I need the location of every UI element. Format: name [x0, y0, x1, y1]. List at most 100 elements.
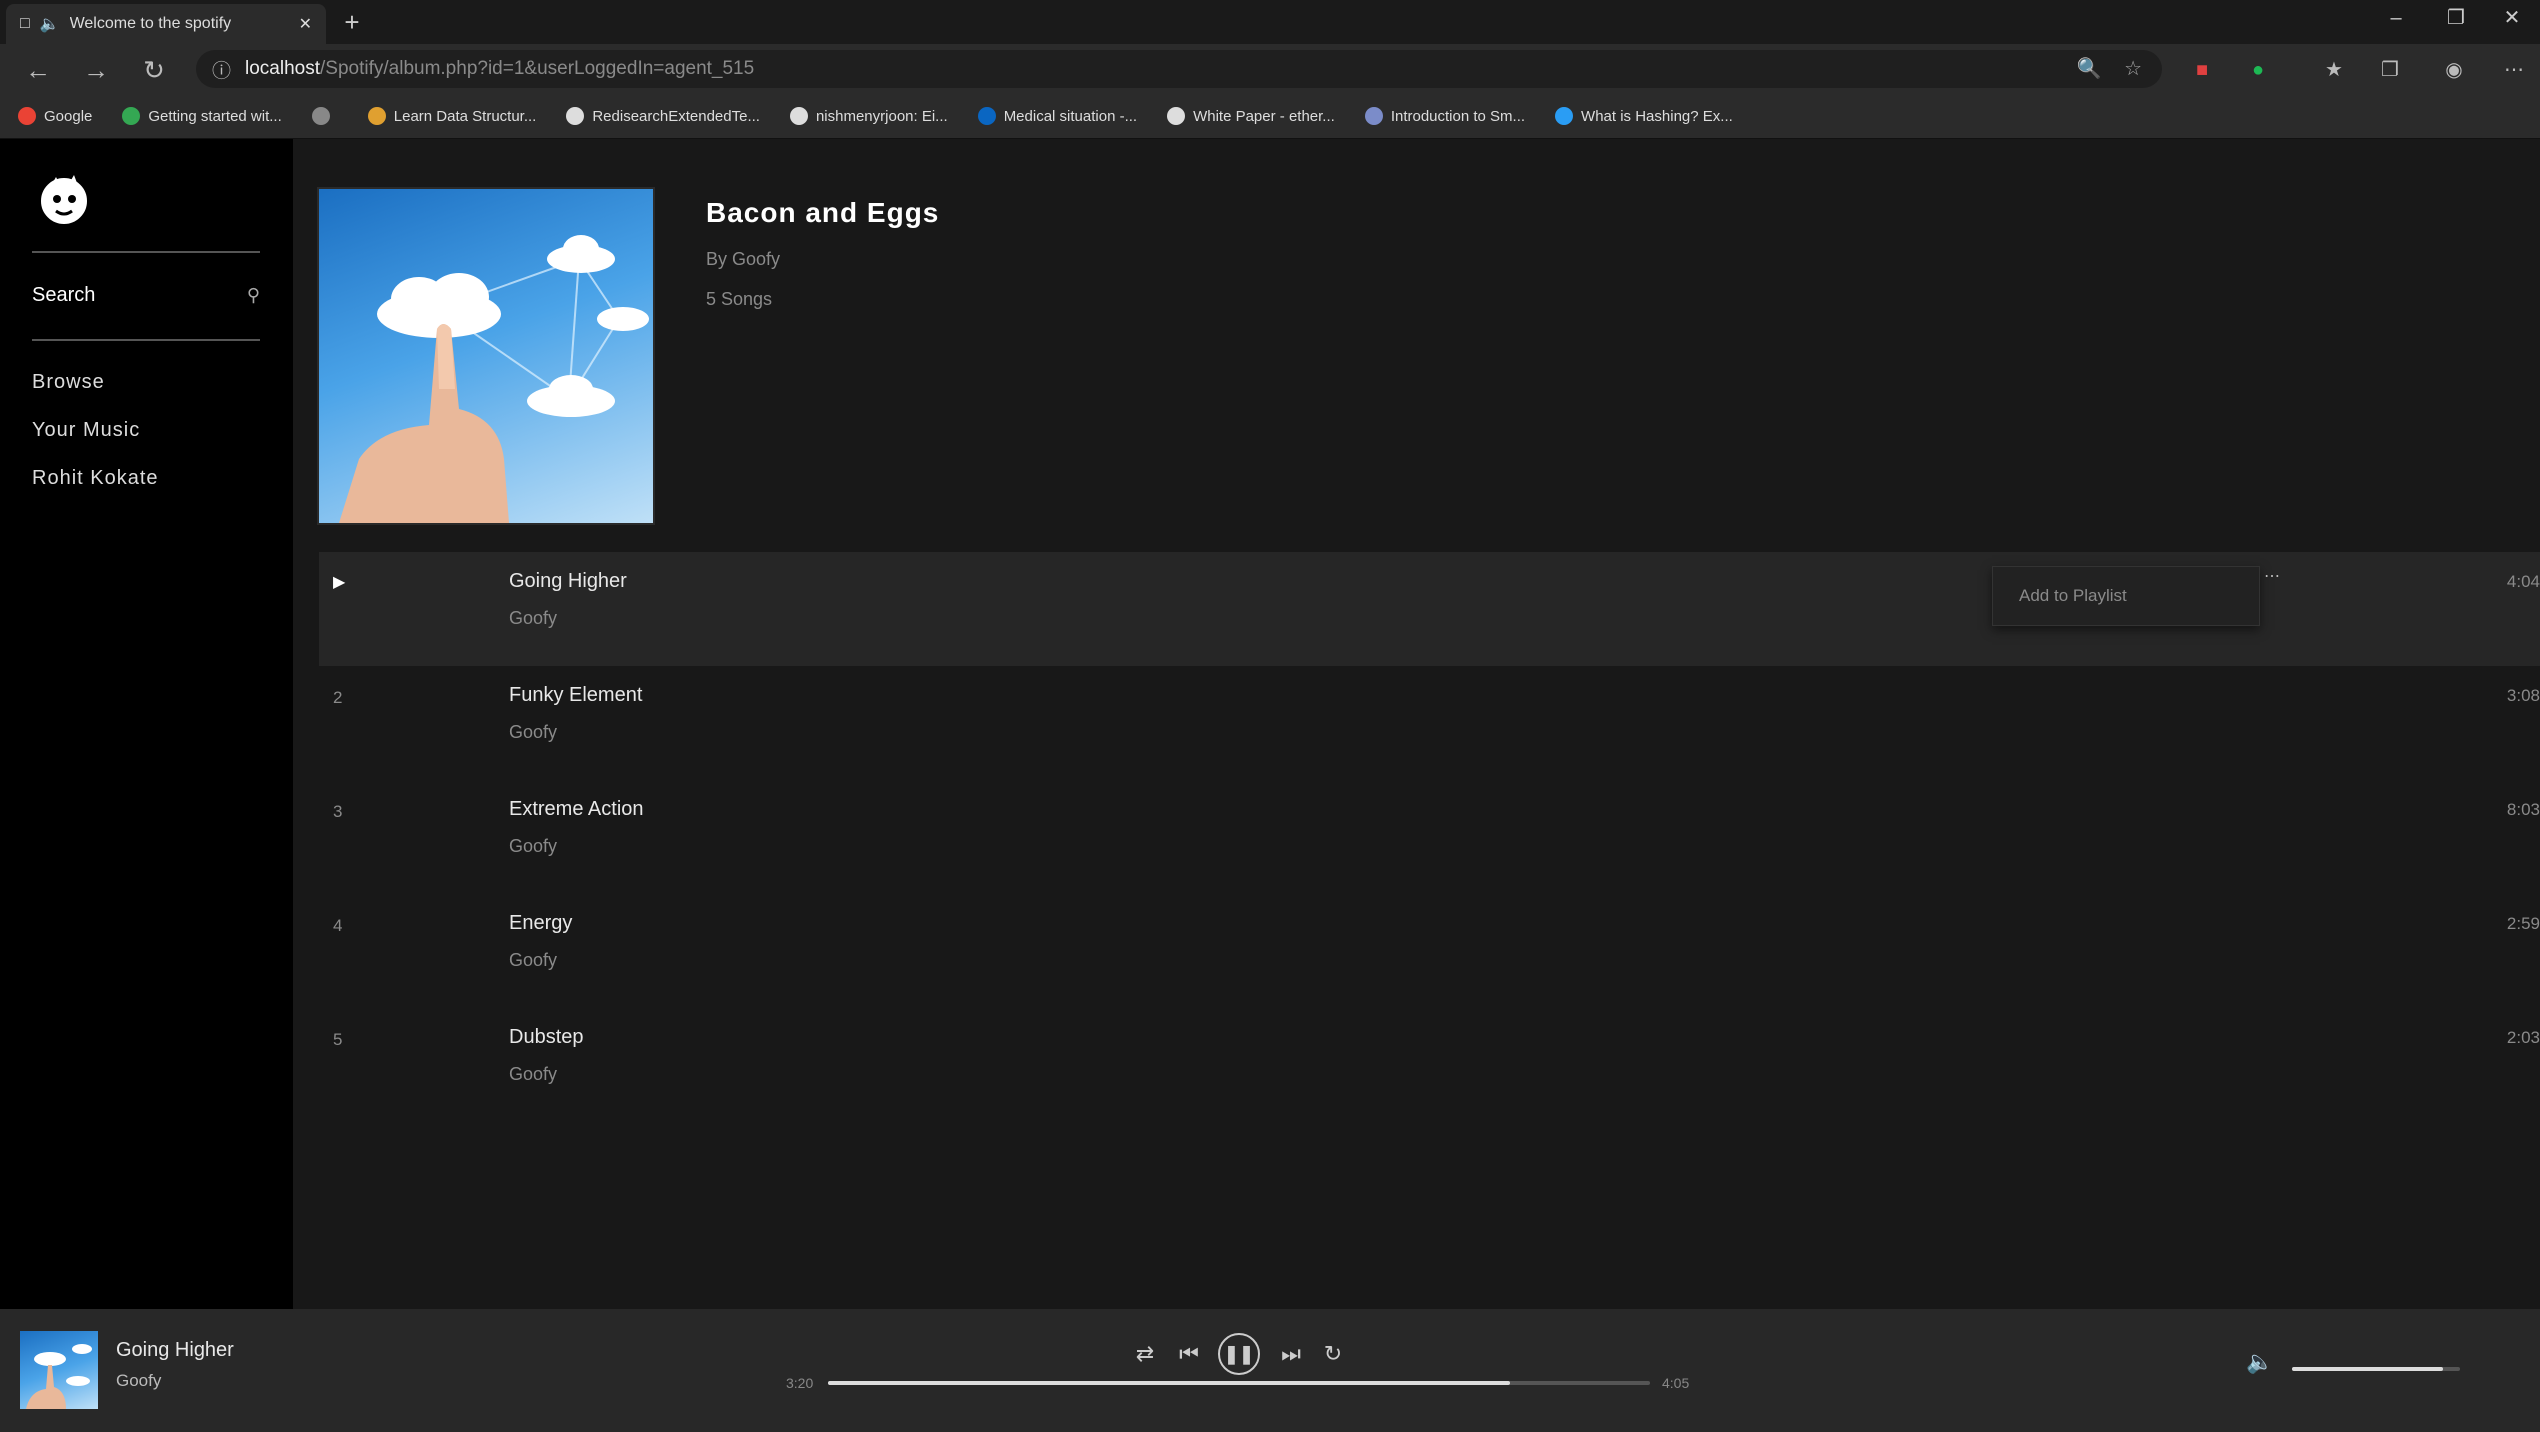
restore-button[interactable]: ❐ [2428, 0, 2484, 40]
sidebar: ⚲ Browse Your Music Rohit Kokate [0, 139, 293, 1309]
progress-fill [828, 1381, 1511, 1385]
favorites-icon[interactable]: ★ [2320, 56, 2348, 84]
album-artwork [319, 189, 653, 523]
track-duration: 3:08 [2506, 686, 2540, 705]
progress-bar[interactable] [828, 1381, 1650, 1385]
divider [32, 339, 260, 341]
refresh-button[interactable]: ↻ [136, 52, 172, 88]
bookmark-item[interactable]: Introduction to Sm... [1364, 107, 1526, 125]
address-bar[interactable]: ⓘ localhost/Spotify/album.php?id=1&userL… [196, 50, 2162, 88]
bookmark-favicon-icon [18, 107, 36, 125]
bookmark-label: nishmenyrjoon: Ei... [815, 107, 948, 125]
track-number: 4 [333, 916, 343, 935]
now-playing-artist[interactable]: Goofy [116, 1371, 161, 1391]
track-artist: Goofy [509, 836, 558, 856]
audio-icon[interactable]: 🔈 [40, 14, 60, 34]
bookmark-label: Introduction to Sm... [1390, 107, 1526, 125]
now-playing-title[interactable]: Going Higher [116, 1339, 234, 1362]
new-tab-button[interactable]: + [336, 6, 368, 38]
track-row[interactable]: 4 Energy Goofy 2:59 [319, 894, 2540, 1008]
profile-avatar-icon[interactable]: ◉ [2440, 56, 2468, 84]
bookmark-favicon-icon [789, 107, 808, 125]
bookmark-favicon-icon [122, 107, 141, 125]
album-artist[interactable]: By Goofy [706, 249, 780, 270]
previous-icon[interactable]: ⏮ [1174, 1339, 1204, 1369]
play-icon[interactable]: ▶ [333, 572, 345, 592]
track-artist: Goofy [509, 950, 558, 970]
bookmark-favicon-icon [1555, 107, 1574, 125]
volume-fill [2292, 1367, 2444, 1371]
page: □ 🔈 Welcome to the spotify ✕ + – ❐ ✕ ← →… [0, 0, 2540, 1432]
search-icon[interactable]: ⚲ [247, 285, 260, 306]
track-row[interactable]: ▶ Going Higher Goofy Add to Playlist ⋯ 4… [319, 552, 2540, 666]
volume-icon[interactable]: 🔈 [2246, 1349, 2273, 1375]
page-icon: □ [20, 15, 30, 32]
logo-icon[interactable] [34, 169, 94, 229]
bookmark-favicon-icon [367, 107, 386, 125]
track-name: Dubstep [509, 1026, 584, 1048]
nav-profile[interactable]: Rohit Kokate [32, 467, 159, 490]
bookmark-item[interactable]: RedisearchExtendedTe... [566, 107, 760, 125]
bookmark-item[interactable]: Getting started wit... [122, 107, 282, 125]
bookmark-favicon-icon [1364, 107, 1383, 125]
tab-strip: □ 🔈 Welcome to the spotify ✕ + – ❐ ✕ [0, 0, 2540, 44]
bookmark-item[interactable]: Learn Data Structur... [367, 107, 536, 125]
address-bar-row: ← → ↻ ⓘ localhost/Spotify/album.php?id=1… [0, 44, 2540, 94]
url-host: localhost [245, 58, 321, 79]
more-menu-icon[interactable]: ⋯ [2500, 56, 2528, 84]
nav-your-music[interactable]: Your Music [32, 419, 140, 442]
favorite-star-icon[interactable]: ☆ [2124, 58, 2142, 80]
browser-tab[interactable]: □ 🔈 Welcome to the spotify ✕ [6, 4, 326, 44]
shuffle-icon[interactable]: ⇄ [1130, 1339, 1160, 1369]
next-icon[interactable]: ⏭ [1276, 1339, 1306, 1369]
pause-button[interactable]: ❚❚ [1218, 1333, 1260, 1375]
bookmark-item[interactable]: nishmenyrjoon: Ei... [789, 107, 948, 125]
bookmark-label: RedisearchExtendedTe... [592, 107, 760, 125]
bookmark-label: Getting started wit... [148, 107, 282, 125]
collections-icon[interactable]: ❐ [2376, 56, 2404, 84]
bookmark-item[interactable]: Medical situation -... [977, 107, 1137, 125]
track-row[interactable]: 3 Extreme Action Goofy 8:03 [319, 780, 2540, 894]
close-window-button[interactable]: ✕ [2484, 0, 2540, 40]
bookmark-item[interactable] [311, 107, 338, 125]
forward-button[interactable]: → [78, 52, 114, 88]
info-icon[interactable]: ⓘ [212, 56, 231, 83]
back-button[interactable]: ← [20, 52, 56, 88]
track-artist: Goofy [509, 722, 558, 742]
bookmark-label: What is Hashing? Ex... [1581, 107, 1733, 125]
url-path: /Spotify/album.php?id=1&userLoggedIn=age… [320, 58, 755, 79]
now-playing-artwork [20, 1331, 98, 1409]
main-content: Bacon and Eggs By Goofy 5 Songs ▶ Going … [293, 139, 2540, 1309]
minimize-button[interactable]: – [2368, 0, 2424, 40]
bookmark-favicon-icon [566, 107, 585, 125]
album-title: Bacon and Eggs [706, 197, 940, 228]
search-input[interactable] [32, 283, 212, 307]
track-row[interactable]: 2 Funky Element Goofy 3:08 [319, 666, 2540, 780]
search-row: ⚲ [32, 279, 260, 311]
track-name: Funky Element [509, 684, 643, 706]
grammarly-icon[interactable]: ● [2244, 56, 2272, 84]
bookmarks-bar: Google Getting started wit... Learn Data S… [0, 94, 2540, 139]
extension-icon[interactable]: ■ [2188, 56, 2216, 84]
bookmark-favicon-icon [977, 107, 996, 125]
track-name: Going Higher [509, 570, 627, 592]
bookmark-item[interactable]: What is Hashing? Ex... [1555, 107, 1733, 125]
more-options-icon[interactable]: ⋯ [2264, 566, 2280, 586]
bookmark-item[interactable]: White Paper - ether... [1167, 107, 1335, 125]
repeat-icon[interactable]: ↻ [1318, 1339, 1348, 1369]
track-artist: Goofy [509, 1064, 558, 1084]
bookmark-favicon-icon [1167, 107, 1186, 125]
album-song-count: 5 Songs [706, 289, 773, 309]
track-duration: 2:59 [2506, 914, 2540, 933]
volume-slider[interactable] [2292, 1367, 2460, 1371]
track-number: 3 [333, 802, 343, 821]
track-duration: 4:04 [2506, 572, 2540, 591]
bookmark-item[interactable]: Google [18, 107, 92, 125]
nav-browse[interactable]: Browse [32, 371, 105, 394]
close-tab-icon[interactable]: ✕ [299, 14, 312, 34]
track-row[interactable]: 5 Dubstep Goofy 2:03 [319, 1008, 2540, 1122]
zoom-icon[interactable]: 🔍 [2077, 58, 2102, 80]
track-artist: Goofy [509, 608, 558, 628]
add-to-playlist-option[interactable]: Add to Playlist [1992, 566, 2260, 626]
track-duration: 8:03 [2506, 800, 2540, 819]
